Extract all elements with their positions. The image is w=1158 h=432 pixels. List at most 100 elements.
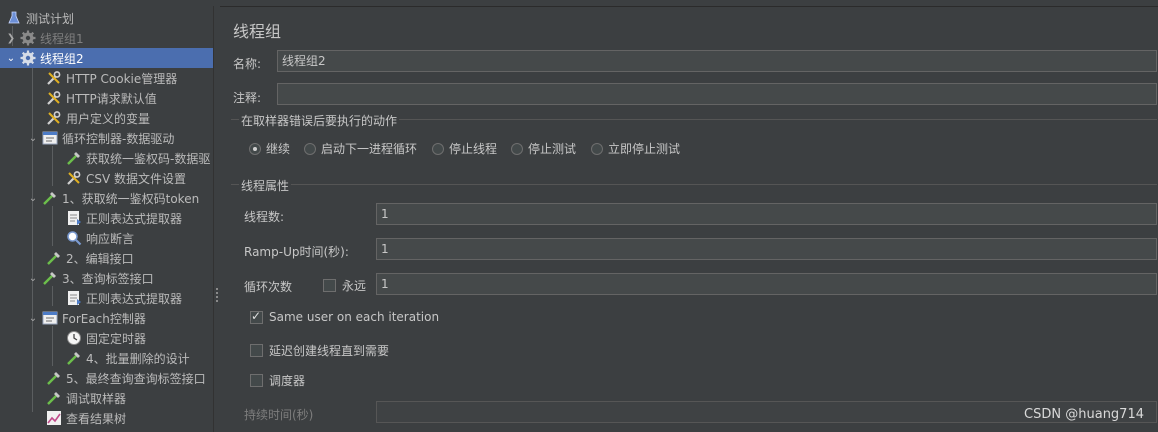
tree-item-label: HTTP请求默认值 (66, 91, 157, 106)
delay-thread-creation-checkbox[interactable]: 延迟创建线程直到需要 (250, 342, 389, 359)
name-label: 名称: (233, 57, 262, 71)
tree-item-label: 固定定时器 (86, 331, 147, 346)
tree-item-results-tree[interactable]: 查看结果树 (0, 408, 213, 428)
pipette-icon (66, 350, 82, 366)
tree-item-cookie-manager[interactable]: HTTP Cookie管理器 (0, 68, 213, 88)
checkbox-icon[interactable] (250, 344, 263, 357)
tree-item-label: 线程组1 (40, 31, 84, 46)
tree-item-test-plan[interactable]: 测试计划 (0, 8, 213, 28)
name-field[interactable]: 线程组2 (277, 50, 1157, 72)
radio-label: 立即停止测试 (608, 142, 681, 156)
tree-item-constant-timer[interactable]: 固定定时器 (0, 328, 213, 348)
tree-item-label: 调试取样器 (66, 391, 127, 406)
thread-props-title: 线程属性 (239, 177, 292, 194)
tree-item-label: 查看结果树 (66, 411, 127, 426)
tree-item-label: HTTP Cookie管理器 (66, 71, 178, 86)
radio-stop-thread[interactable]: 停止线程 (432, 140, 497, 157)
tree-item-regex-extractor[interactable]: 正则表达式提取器 (0, 288, 213, 308)
scheduler-checkbox[interactable]: 调度器 (250, 372, 305, 389)
tree-item-sampler[interactable]: ⌄ 1、获取统一鉴权码token (0, 188, 213, 208)
radio-icon[interactable] (591, 142, 603, 155)
checkbox-label: 调度器 (269, 374, 306, 388)
tree-item-label: 3、查询标签接口 (62, 271, 154, 286)
pipette-icon (42, 270, 58, 286)
chevron-down-icon[interactable]: ⌄ (26, 273, 40, 284)
chevron-down-icon[interactable]: ⌄ (26, 313, 40, 324)
wrench-icon (46, 90, 62, 106)
tree-item-label: 5、最终查询查询标签接口 (66, 371, 206, 386)
tree-item-regex-extractor[interactable]: 正则表达式提取器 (0, 208, 213, 228)
extractor-icon (66, 290, 82, 306)
tree-item-label: 测试计划 (26, 11, 75, 26)
controller-icon (42, 130, 58, 146)
panel-title: 线程组 (233, 22, 282, 41)
loop-count-field[interactable]: 1 (376, 273, 1157, 295)
chevron-down-icon[interactable]: ⌄ (26, 133, 40, 144)
wrench-icon (46, 70, 62, 86)
controller-icon (42, 310, 58, 326)
radio-continue[interactable]: 继续 (249, 140, 290, 157)
tree-item-label: CSV 数据文件设置 (86, 171, 187, 186)
gear-icon (20, 30, 36, 46)
checkbox-label: Same user on each iteration (269, 310, 440, 324)
forever-checkbox[interactable]: 永远 (323, 277, 366, 294)
tree-item-label: 2、编辑接口 (66, 251, 134, 266)
tree-item-csv-config[interactable]: CSV 数据文件设置 (0, 168, 213, 188)
tree-item-label: ForEach控制器 (62, 311, 146, 326)
radio-label: 停止测试 (528, 142, 577, 156)
rampup-field[interactable]: 1 (376, 238, 1157, 260)
tree-item-thread-group-2[interactable]: ⌄ 线程组2 (0, 48, 213, 68)
gear-icon (20, 50, 36, 66)
checkbox-icon[interactable] (250, 374, 263, 387)
tree-item-http-defaults[interactable]: HTTP请求默认值 (0, 88, 213, 108)
tree-item-sampler[interactable]: 4、批量删除的设计 (0, 348, 213, 368)
radio-stop-test-now[interactable]: 立即停止测试 (591, 140, 680, 157)
splitter-grip-icon[interactable] (216, 288, 218, 304)
extractor-icon (66, 210, 82, 226)
checkbox-label: 延迟创建线程直到需要 (269, 344, 390, 358)
tree-item-label: 用户定义的变量 (66, 111, 151, 126)
threads-field[interactable]: 1 (376, 203, 1157, 225)
chevron-down-icon[interactable]: ⌄ (26, 193, 40, 204)
radio-stop-test[interactable]: 停止测试 (511, 140, 576, 157)
tree-item-debug-sampler[interactable]: 调试取样器 (0, 388, 213, 408)
pipette-icon (66, 150, 82, 166)
radio-start-next-loop[interactable]: 启动下一进程循环 (304, 140, 417, 157)
tree-item-sampler[interactable]: 5、最终查询查询标签接口 (0, 368, 213, 388)
thread-group-panel: 线程组 名称: 线程组2 注释: 在取样器错误后要执行的动作 继续 启动下一进程… (219, 6, 1158, 432)
tree-item-sampler[interactable]: ⌄ 3、查询标签接口 (0, 268, 213, 288)
tree-item-sampler[interactable]: 获取统一鉴权码-数据驱 (0, 148, 213, 168)
watermark: CSDN @huang714 (1024, 407, 1144, 422)
tree-item-foreach-controller[interactable]: ⌄ ForEach控制器 (0, 308, 213, 328)
radio-label: 启动下一进程循环 (321, 142, 418, 156)
timer-icon (66, 330, 82, 346)
comment-field[interactable] (277, 83, 1157, 105)
checkbox-icon[interactable] (323, 279, 336, 292)
tree-item-loop-controller[interactable]: ⌄ 循环控制器-数据驱动 (0, 128, 213, 148)
chevron-right-icon[interactable]: ❯ (4, 33, 18, 44)
tree-item-label: 获取统一鉴权码-数据驱 (86, 151, 211, 166)
same-user-checkbox[interactable]: Same user on each iteration (250, 309, 440, 324)
tree-item-user-variables[interactable]: 用户定义的变量 (0, 108, 213, 128)
radio-icon[interactable] (432, 142, 444, 155)
tree-item-response-assertion[interactable]: 响应断言 (0, 228, 213, 248)
checkbox-label: 永远 (342, 279, 367, 293)
radio-label: 继续 (266, 142, 291, 156)
pipette-icon (46, 390, 62, 406)
chart-icon (46, 410, 62, 426)
error-action-title: 在取样器错误后要执行的动作 (239, 112, 400, 129)
radio-selected-icon[interactable] (249, 142, 261, 155)
tree-item-label: 线程组2 (40, 51, 84, 66)
tree-item-sampler[interactable]: 2、编辑接口 (0, 248, 213, 268)
flask-icon (6, 10, 22, 26)
chevron-down-icon[interactable]: ⌄ (4, 53, 18, 64)
duration-label: 持续时间(秒) (244, 408, 314, 422)
radio-icon[interactable] (511, 142, 523, 155)
radio-icon[interactable] (304, 142, 316, 155)
tree-item-thread-group-1[interactable]: ❯ 线程组1 (0, 28, 213, 48)
test-plan-tree[interactable]: 测试计划 ❯ 线程组1 ⌄ 线程组2 HTTP Cookie管理器 HTTP请求… (0, 6, 213, 432)
pipette-icon (46, 370, 62, 386)
checkbox-checked-icon[interactable] (250, 309, 263, 324)
rampup-label: Ramp-Up时间(秒): (244, 245, 349, 259)
wrench-icon (66, 170, 82, 186)
